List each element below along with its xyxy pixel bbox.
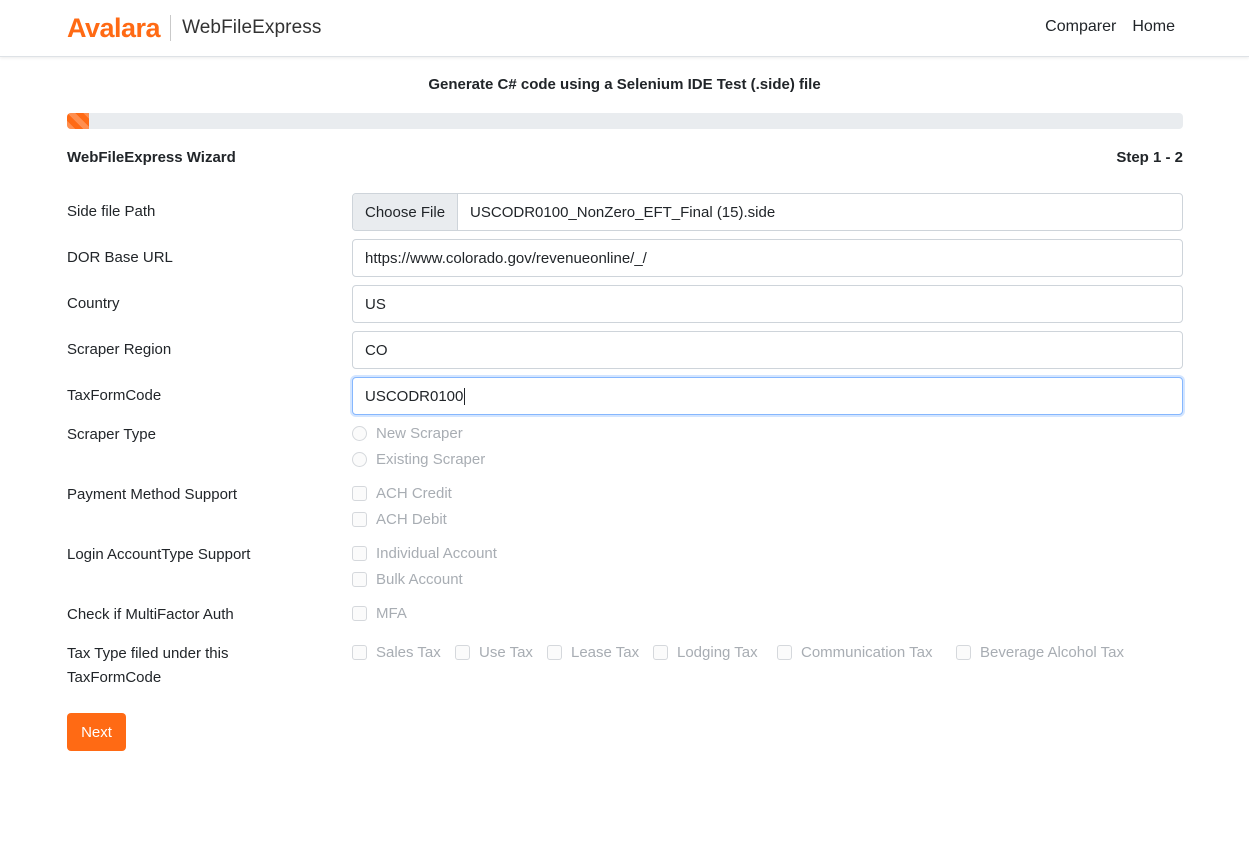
radio-circle[interactable] bbox=[352, 426, 367, 441]
radio-label: Existing Scraper bbox=[376, 451, 486, 468]
checkbox-lease-tax[interactable]: Lease Tax bbox=[547, 644, 639, 661]
page-title: Generate C# code using a Selenium IDE Te… bbox=[428, 76, 821, 93]
checkbox-mfa[interactable]: MFA bbox=[352, 605, 407, 622]
radio-existing-scraper[interactable]: Existing Scraper bbox=[352, 451, 485, 468]
avalara-logo: Avalara bbox=[67, 12, 161, 43]
country-label: Country bbox=[67, 295, 120, 312]
checkbox-sales-tax[interactable]: Sales Tax bbox=[352, 644, 441, 661]
radio-circle[interactable] bbox=[352, 452, 367, 467]
text-caret bbox=[464, 387, 466, 405]
checkbox-individual-account[interactable]: Individual Account bbox=[352, 545, 497, 562]
checkbox-bulk-account[interactable]: Bulk Account bbox=[352, 571, 463, 588]
wizard-progress-bar bbox=[67, 113, 1183, 129]
brand-divider bbox=[170, 15, 172, 41]
checkbox-box[interactable] bbox=[547, 645, 562, 660]
brand[interactable]: Avalara WebFileExpress bbox=[67, 11, 321, 45]
tax-type-label-line2: TaxFormCode bbox=[67, 669, 162, 686]
wizard-title: WebFileExpress Wizard bbox=[67, 149, 236, 166]
top-nav: Comparer Home bbox=[1045, 18, 1175, 36]
checkbox-label: Use Tax bbox=[479, 644, 533, 661]
checkbox-box[interactable] bbox=[956, 645, 971, 660]
mfa-label: Check if MultiFactor Auth bbox=[67, 606, 234, 623]
radio-new-scraper[interactable]: New Scraper bbox=[352, 425, 463, 442]
checkbox-box[interactable] bbox=[777, 645, 792, 660]
checkbox-box[interactable] bbox=[352, 512, 367, 527]
next-button[interactable]: Next bbox=[67, 713, 126, 751]
checkbox-label: Beverage Alcohol Tax bbox=[980, 644, 1124, 661]
login-account-type-label: Login AccountType Support bbox=[67, 546, 251, 563]
checkbox-box[interactable] bbox=[352, 486, 367, 501]
checkbox-use-tax[interactable]: Use Tax bbox=[455, 644, 533, 661]
checkbox-label: Communication Tax bbox=[801, 644, 933, 661]
checkbox-box[interactable] bbox=[352, 645, 367, 660]
checkbox-box[interactable] bbox=[653, 645, 668, 660]
app-name: WebFileExpress bbox=[182, 17, 322, 38]
nav-link-comparer[interactable]: Comparer bbox=[1045, 18, 1116, 36]
checkbox-box[interactable] bbox=[352, 606, 367, 621]
checkbox-label: ACH Debit bbox=[376, 511, 447, 528]
tax-form-code-value: USCODR0100 bbox=[365, 387, 464, 405]
logo-text: Avalara bbox=[67, 12, 161, 43]
checkbox-ach-debit[interactable]: ACH Debit bbox=[352, 511, 447, 528]
scraper-region-label: Scraper Region bbox=[67, 341, 172, 358]
scraper-type-label: Scraper Type bbox=[67, 426, 156, 443]
checkbox-label: Sales Tax bbox=[376, 644, 441, 661]
side-file-input[interactable]: Choose File USCODR0100_NonZero_EFT_Final… bbox=[352, 193, 1183, 231]
checkbox-lodging-tax[interactable]: Lodging Tax bbox=[653, 644, 758, 661]
checkbox-communication-tax[interactable]: Communication Tax bbox=[777, 644, 932, 661]
dor-url-value: https://www.colorado.gov/revenueonline/_… bbox=[365, 249, 647, 267]
top-navbar: Avalara WebFileExpress Comparer Home bbox=[0, 0, 1249, 57]
checkbox-label: Individual Account bbox=[376, 545, 497, 562]
step-indicator: Step 1 - 2 bbox=[1116, 149, 1183, 166]
side-file-label: Side file Path bbox=[67, 203, 156, 220]
checkbox-label: Bulk Account bbox=[376, 571, 463, 588]
tax-type-label-line1: Tax Type filed under this bbox=[67, 645, 229, 662]
checkbox-box[interactable] bbox=[455, 645, 470, 660]
selected-file-name: USCODR0100_NonZero_EFT_Final (15).side bbox=[470, 203, 776, 221]
dor-url-input[interactable]: https://www.colorado.gov/revenueonline/_… bbox=[352, 239, 1183, 277]
nav-link-home[interactable]: Home bbox=[1132, 18, 1175, 36]
country-input[interactable]: US bbox=[352, 285, 1183, 323]
radio-label: New Scraper bbox=[376, 425, 463, 442]
progress-fill bbox=[67, 113, 90, 129]
checkbox-label: Lodging Tax bbox=[677, 644, 758, 661]
payment-method-label: Payment Method Support bbox=[67, 486, 238, 503]
scraper-region-value: CO bbox=[365, 341, 388, 359]
choose-file-button[interactable]: Choose File bbox=[353, 194, 459, 230]
dor-url-label: DOR Base URL bbox=[67, 249, 173, 266]
tax-form-code-input[interactable]: USCODR0100 bbox=[352, 377, 1183, 415]
scraper-region-input[interactable]: CO bbox=[352, 331, 1183, 369]
tax-form-code-label: TaxFormCode bbox=[67, 387, 162, 404]
checkbox-box[interactable] bbox=[352, 572, 367, 587]
country-value: US bbox=[365, 295, 386, 313]
checkbox-box[interactable] bbox=[352, 546, 367, 561]
checkbox-ach-credit[interactable]: ACH Credit bbox=[352, 485, 452, 502]
checkbox-beverage-alcohol-tax[interactable]: Beverage Alcohol Tax bbox=[956, 644, 1124, 661]
checkbox-label: MFA bbox=[376, 605, 407, 622]
checkbox-label: Lease Tax bbox=[571, 644, 640, 661]
checkbox-label: ACH Credit bbox=[376, 485, 452, 502]
